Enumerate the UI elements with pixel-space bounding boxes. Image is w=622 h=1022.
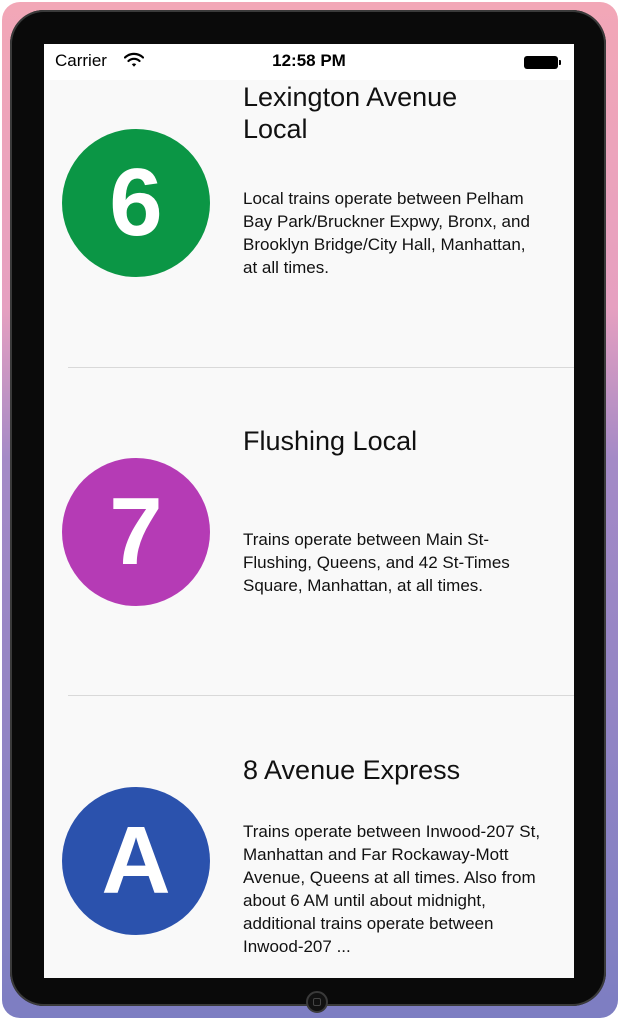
route-6-description: Local trains operate between Pelham Bay … bbox=[243, 189, 530, 277]
list-item-route-7[interactable]: 7 Flushing Local Trains operate between … bbox=[44, 368, 574, 696]
route-a-symbol: A bbox=[101, 807, 171, 914]
battery-icon bbox=[524, 56, 561, 69]
list-item-route-a[interactable]: A 8 Avenue Express Trains operate betwee… bbox=[44, 696, 574, 978]
route-7-title: Flushing Local bbox=[243, 426, 418, 456]
route-6-title: Lexington Avenue Local bbox=[243, 81, 543, 145]
route-7-badge: 7 bbox=[62, 458, 210, 606]
clock-time: 12:58 PM bbox=[272, 51, 346, 70]
home-button-icon[interactable] bbox=[306, 991, 328, 1013]
route-6-title-line1: Lexington Avenue bbox=[243, 82, 458, 112]
route-6-symbol: 6 bbox=[109, 149, 163, 256]
route-a-title: 8 Avenue Express bbox=[243, 755, 461, 785]
route-a-description: Trains operate between Inwood-207 St, Ma… bbox=[243, 822, 541, 956]
list-item-route-6[interactable]: 6 Lexington Avenue Local Local trains op… bbox=[44, 44, 574, 368]
route-6-title-line2: Local bbox=[243, 114, 308, 144]
route-6-badge: 6 bbox=[62, 129, 210, 277]
route-list[interactable]: 6 Lexington Avenue Local Local trains op… bbox=[44, 44, 574, 978]
route-7-symbol: 7 bbox=[109, 478, 163, 585]
route-a-badge: A bbox=[62, 787, 210, 935]
route-7-description: Trains operate between Main St-Flushing,… bbox=[243, 530, 510, 595]
screen: 6 Lexington Avenue Local Local trains op… bbox=[44, 44, 574, 978]
status-bar: Carrier 12:58 PM bbox=[44, 44, 574, 80]
